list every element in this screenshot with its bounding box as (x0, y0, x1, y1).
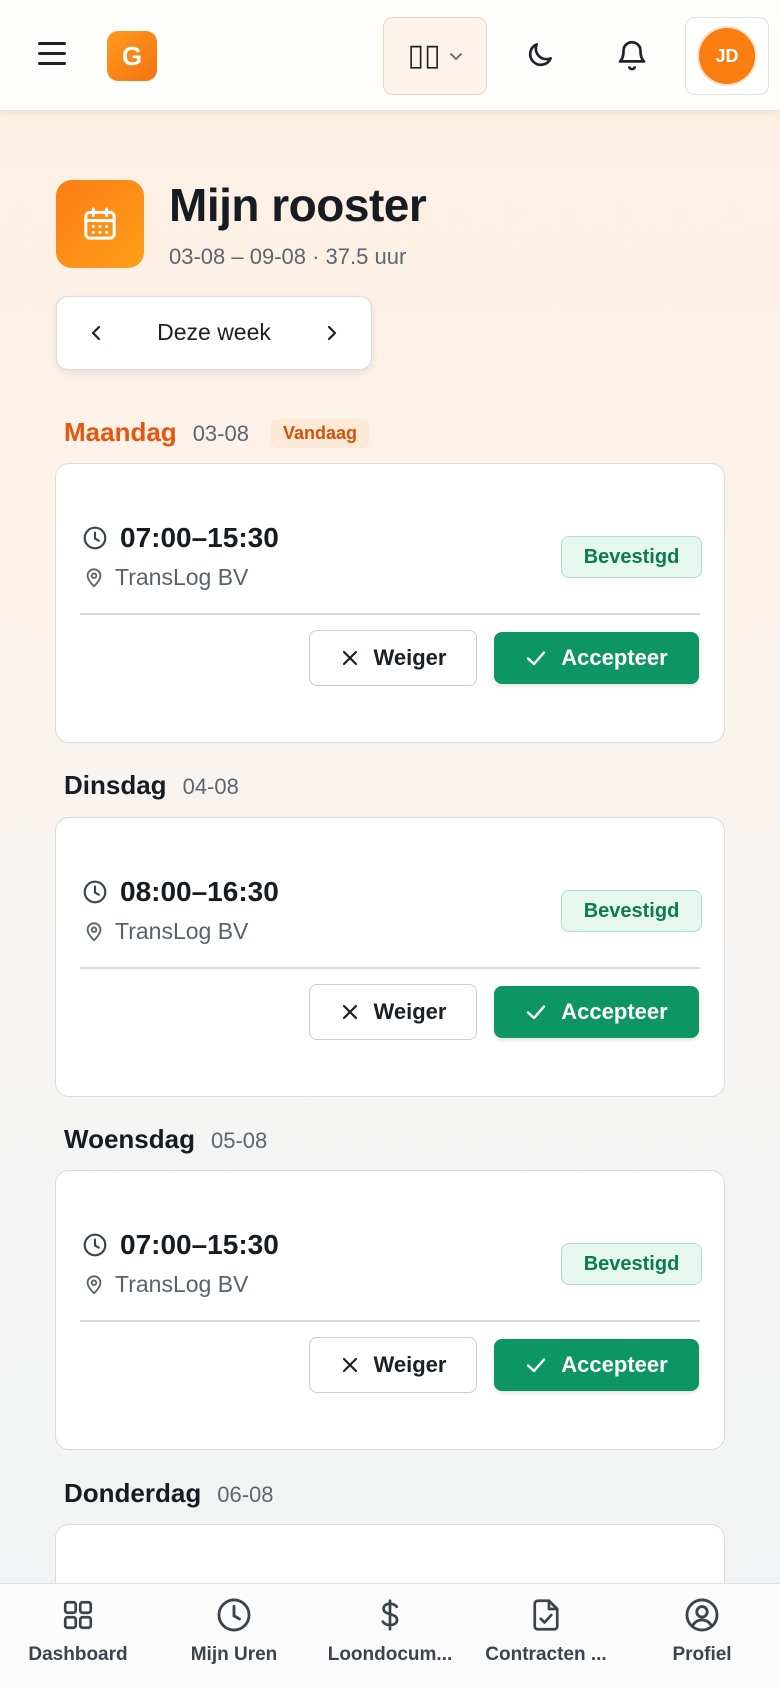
user-menu-button[interactable]: JD (685, 17, 769, 95)
status-badge: Bevestigd (561, 1243, 702, 1285)
reject-button[interactable]: Weiger (309, 984, 477, 1040)
nav-item-dashboard[interactable]: Dashboard (0, 1584, 156, 1688)
accept-label: Accepteer (561, 999, 668, 1024)
clock-icon (83, 526, 107, 550)
day-date: 06-08 (217, 1482, 274, 1507)
theme-toggle-button[interactable] (515, 30, 565, 80)
accept-button[interactable]: Accepteer (494, 986, 699, 1038)
status-badge: Bevestigd (561, 536, 702, 578)
status-badge: Bevestigd (561, 890, 702, 932)
reject-button[interactable]: Weiger (309, 630, 477, 686)
columns-icon: ▯▯ (407, 39, 441, 72)
day-header: Woensdag 05-08 (64, 1124, 267, 1158)
divider (80, 613, 700, 615)
day-name: Donderdag (64, 1478, 202, 1508)
shift-card: 07:00–15:30 TransLog BV Bevestigd Weiger… (55, 1170, 725, 1450)
check-icon (527, 1358, 546, 1373)
nav-item-profiel[interactable]: Profiel (624, 1584, 780, 1688)
day-date: 03-08 (192, 421, 249, 446)
close-icon (342, 1004, 357, 1020)
today-badge: Vandaag (270, 419, 369, 448)
clock-icon (83, 1233, 107, 1257)
clock-icon (83, 880, 107, 904)
location-pin-icon (86, 567, 102, 588)
avatar: JD (699, 28, 755, 84)
nav-item-loondocumenten[interactable]: Loondocum... (312, 1584, 468, 1688)
page-title: Mijn rooster (169, 179, 427, 231)
top-bar: G ▯▯ JD (0, 0, 780, 111)
reject-label: Weiger (373, 1352, 447, 1377)
reject-label: Weiger (373, 645, 447, 670)
menu-icon[interactable] (38, 42, 66, 68)
divider (80, 1320, 700, 1322)
check-icon (527, 651, 546, 666)
shift-location: TransLog BV (115, 918, 249, 944)
divider (80, 967, 700, 969)
day-date: 05-08 (210, 1128, 268, 1153)
nav-item-contracten[interactable]: Contracten ... (468, 1584, 624, 1688)
day-name: Maandag (64, 417, 177, 447)
shift-card: 08:00–16:30 TransLog BV Bevestigd Weiger… (55, 817, 725, 1097)
notifications-button[interactable] (607, 30, 657, 80)
nav-item-mijn-uren[interactable]: Mijn Uren (156, 1584, 312, 1688)
day-name: Woensdag (64, 1124, 195, 1154)
location-pin-icon (86, 1274, 102, 1295)
shift-location: TransLog BV (115, 564, 249, 590)
day-header: Donderdag 06-08 (64, 1478, 274, 1512)
accept-button[interactable]: Accepteer (494, 1339, 699, 1391)
shift-time: 07:00–15:30 (120, 1229, 279, 1260)
location-pin-icon (86, 921, 102, 942)
chevron-down-icon (449, 53, 462, 61)
user-circle-icon (685, 1598, 719, 1632)
dollar-icon (381, 1599, 399, 1631)
nav-label: Profiel (672, 1644, 732, 1665)
nav-label: Dashboard (28, 1644, 128, 1665)
close-icon (342, 1357, 357, 1373)
chevron-right-icon (327, 325, 337, 341)
moon-icon (528, 43, 552, 67)
bottom-navigation: Dashboard Mijn Uren Loondocum... Contrac… (0, 1583, 780, 1688)
clock-icon (217, 1598, 251, 1632)
reject-button[interactable]: Weiger (309, 1337, 477, 1393)
shift-time: 07:00–15:30 (120, 522, 279, 553)
nav-label: Loondocum... (327, 1644, 453, 1665)
close-icon (342, 650, 357, 666)
day-header: Maandag 03-08 Vandaag (64, 417, 369, 451)
page-subtitle: 03-08 – 09-08 · 37.5 uur (169, 244, 407, 269)
reject-label: Weiger (373, 999, 447, 1024)
day-header: Dinsdag 04-08 (64, 770, 239, 804)
accept-label: Accepteer (561, 645, 668, 670)
shift-card: 07:00–15:30 TransLog BV Bevestigd Weiger… (55, 463, 725, 743)
calendar-icon (56, 180, 144, 268)
day-date: 04-08 (182, 774, 239, 799)
document-check-icon (533, 1599, 559, 1631)
next-week-button[interactable] (307, 297, 357, 369)
nav-label: Mijn Uren (190, 1644, 278, 1665)
app-logo[interactable]: G (107, 31, 157, 81)
accept-button[interactable]: Accepteer (494, 632, 699, 684)
bell-icon (618, 40, 646, 71)
week-navigator: Deze week (56, 296, 372, 370)
shift-time: 08:00–16:30 (120, 876, 279, 907)
accept-label: Accepteer (561, 1352, 668, 1377)
check-icon (527, 1005, 546, 1020)
dashboard-icon (63, 1600, 93, 1630)
nav-label: Contracten ... (485, 1644, 607, 1665)
shift-location: TransLog BV (115, 1271, 249, 1297)
day-name: Dinsdag (64, 770, 167, 800)
view-switch-button[interactable]: ▯▯ (383, 17, 487, 95)
